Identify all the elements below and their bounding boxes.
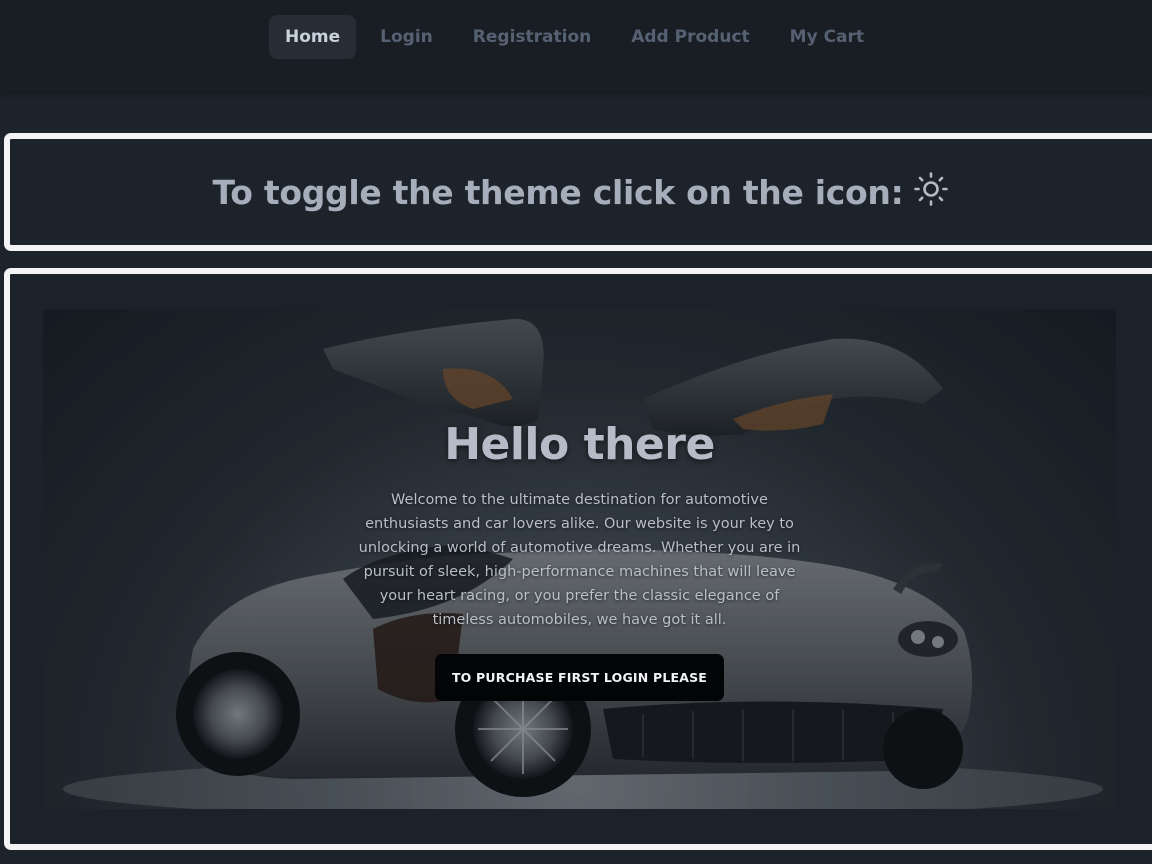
hero-description: Welcome to the ultimate destination for … (358, 492, 801, 628)
navbar: Home Login Registration Add Product My C… (0, 0, 1152, 92)
hero-content: Hello there Welcome to the ultimate dest… (43, 419, 1116, 701)
nav-item-my-cart[interactable]: My Cart (774, 15, 880, 59)
nav-item-registration[interactable]: Registration (457, 15, 607, 59)
hero-banner: Hello there Welcome to the ultimate dest… (43, 309, 1116, 809)
login-to-purchase-button[interactable]: TO PURCHASE FIRST LOGIN PLEASE (434, 654, 725, 701)
nav-list: Home Login Registration Add Product My C… (269, 15, 888, 59)
sun-icon[interactable] (912, 170, 950, 208)
hero-card: Hello there Welcome to the ultimate dest… (4, 268, 1152, 850)
nav-item-home[interactable]: Home (269, 15, 357, 59)
nav-item-add-product[interactable]: Add Product (615, 15, 765, 59)
hero-title: Hello there (444, 419, 715, 470)
theme-toggle-card: To toggle the theme click on the icon: (4, 133, 1152, 251)
nav-item-login[interactable]: Login (364, 15, 449, 59)
theme-toggle-text: To toggle the theme click on the icon: (212, 172, 904, 212)
